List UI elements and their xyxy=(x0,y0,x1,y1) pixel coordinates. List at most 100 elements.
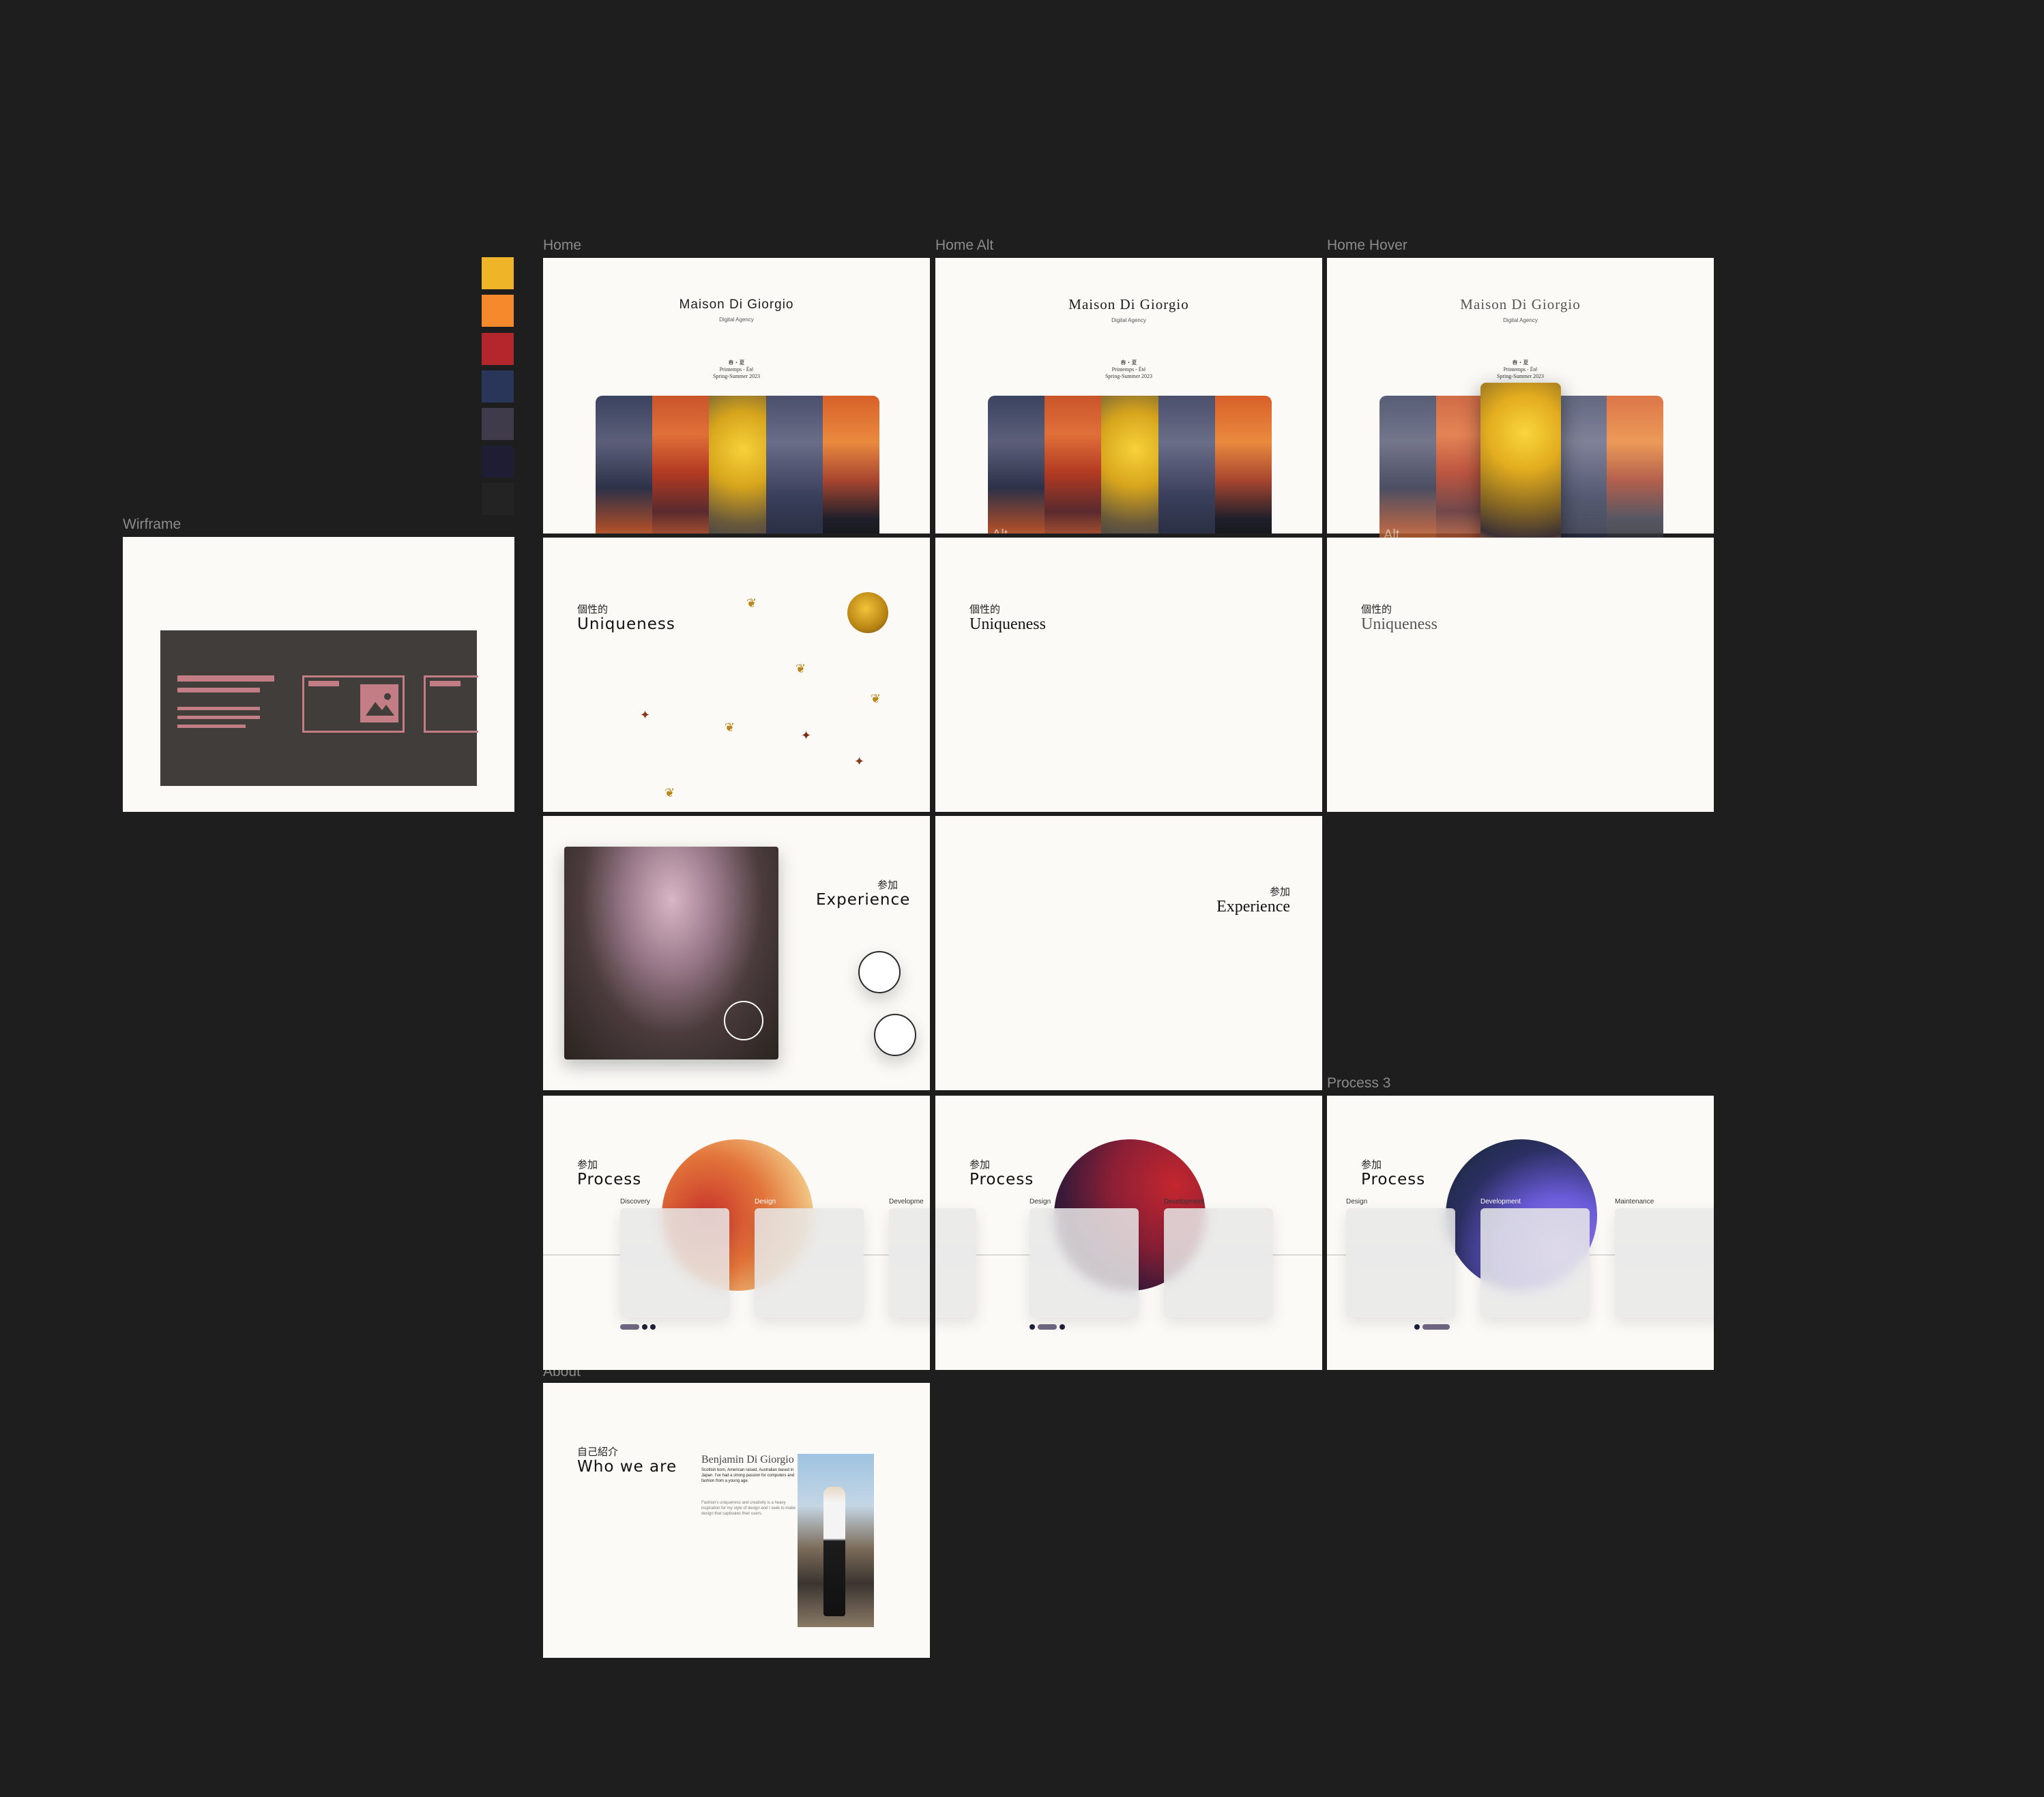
section-heading: 参加 Experience xyxy=(1208,886,1290,916)
hero-strip[interactable] xyxy=(1214,396,1272,534)
about-bio: Scottish born, American raised, Australi… xyxy=(701,1468,795,1483)
home-alt-frame[interactable]: Maison Di Giorgio Digital Agency 春・夏 Pri… xyxy=(935,258,1322,534)
section-title: Experience xyxy=(816,891,911,909)
about-bio-secondary: Fashion's uniqueness and creativity is a… xyxy=(701,1501,796,1516)
wireframe-text-line xyxy=(177,688,260,692)
carousel-dot[interactable] xyxy=(1060,1324,1065,1330)
process-card[interactable] xyxy=(1164,1208,1273,1317)
season-fr: Printemps - Été xyxy=(719,366,754,372)
section-kanji: 参加 xyxy=(969,1158,991,1171)
home-hover-frame[interactable]: Maison Di Giorgio Digital Agency 春・夏 Pri… xyxy=(1327,258,1714,551)
image-circle-badge[interactable] xyxy=(724,1001,763,1040)
hero-strip[interactable] xyxy=(1158,396,1215,534)
carousel-dot[interactable] xyxy=(1030,1324,1035,1330)
frame-label-home-alt[interactable]: Home Alt xyxy=(935,237,993,254)
hero-strip[interactable] xyxy=(988,396,1045,534)
leaf-icon: ✦ xyxy=(801,729,812,743)
section-kanji: 参加 xyxy=(877,879,898,891)
hero-gallery[interactable] xyxy=(596,396,879,534)
palette-swatch-midnight[interactable] xyxy=(482,445,514,478)
section-title: Process xyxy=(1361,1171,1426,1188)
palette-swatch-orange[interactable] xyxy=(482,295,514,327)
process-step-label: Discovery xyxy=(620,1198,650,1206)
cherry-blossom-image[interactable] xyxy=(564,847,778,1060)
leaf-icon: ❦ xyxy=(746,596,757,611)
leaf-icon: ✦ xyxy=(640,708,651,722)
wireframe-text-line xyxy=(177,725,246,728)
hero-strip[interactable] xyxy=(1101,396,1158,534)
hero-strip[interactable] xyxy=(1045,396,1102,534)
hovered-hero-strip[interactable] xyxy=(1480,383,1561,551)
process-card[interactable] xyxy=(889,1208,930,1317)
experience-circle-button[interactable] xyxy=(874,1014,916,1056)
brand-title: Maison Di Giorgio xyxy=(1068,296,1189,312)
frame-label-wireframe[interactable]: Wirframe xyxy=(123,516,181,533)
leaf-icon: ❦ xyxy=(871,692,881,706)
experience-frame[interactable]: 参加 Experience xyxy=(543,816,930,1090)
hero-strip[interactable] xyxy=(765,396,823,534)
hero-gallery[interactable]: Alt xyxy=(988,396,1272,534)
hero-strip[interactable] xyxy=(652,396,710,534)
process-step-label: Developme xyxy=(889,1198,924,1206)
hero-strip[interactable] xyxy=(822,396,879,534)
season-text: 春・夏 Printemps - Été Spring-Summer 2023 xyxy=(1327,360,1714,380)
section-title: Experience xyxy=(1216,898,1290,916)
section-heading: 参加 Process xyxy=(969,1158,1034,1188)
carousel-dot[interactable] xyxy=(1414,1324,1420,1330)
hero-strip[interactable] xyxy=(709,396,766,534)
palette-swatch-navy[interactable] xyxy=(482,370,514,403)
home-alt-uniqueness-frame[interactable]: 個性的 Uniqueness xyxy=(935,538,1322,812)
carousel-dot[interactable] xyxy=(650,1324,656,1330)
frame-label-process-3[interactable]: Process 3 xyxy=(1327,1075,1390,1092)
process-card[interactable] xyxy=(1346,1208,1455,1317)
about-frame[interactable]: 自己紹介 Who we are Benjamin Di Giorgio Scot… xyxy=(543,1383,930,1658)
about-name: Benjamin Di Giorgio xyxy=(701,1454,794,1465)
experience-circle-button[interactable] xyxy=(858,951,901,993)
brand-title: Maison Di Giorgio xyxy=(1460,296,1581,312)
carousel-active-pill[interactable] xyxy=(1422,1324,1450,1330)
palette-swatch-slate[interactable] xyxy=(482,408,514,440)
brand-subtitle: Digital Agency xyxy=(1111,317,1146,323)
carousel-indicator[interactable] xyxy=(1414,1324,1450,1330)
carousel-indicator[interactable] xyxy=(1030,1324,1065,1330)
process-card[interactable] xyxy=(755,1208,864,1317)
process-step-label: Design xyxy=(1030,1198,1051,1206)
carousel-active-pill[interactable] xyxy=(1038,1324,1057,1330)
leaf-icon: ❦ xyxy=(665,786,675,800)
process-frame-2[interactable]: 参加 Process Design Development xyxy=(935,1096,1322,1370)
section-kanji: 個性的 xyxy=(577,603,609,615)
section-title: Uniqueness xyxy=(577,615,675,633)
hero-strip[interactable] xyxy=(1606,396,1663,550)
carousel-indicator[interactable] xyxy=(620,1324,656,1330)
portrait-photo[interactable] xyxy=(798,1454,874,1627)
brand-block: Maison Di Giorgio Digital Agency xyxy=(543,297,930,323)
frame-label-home[interactable]: Home xyxy=(543,237,581,254)
wireframe-frame[interactable] xyxy=(123,537,514,812)
home-hover-uniqueness-frame[interactable]: 個性的 Uniqueness xyxy=(1327,538,1714,812)
process-frame-3[interactable]: 参加 Process Design Development Maintenanc… xyxy=(1327,1096,1714,1370)
process-frame-1[interactable]: 参加 Process Discovery Design Developme xyxy=(543,1096,930,1370)
process-card[interactable] xyxy=(620,1208,729,1317)
process-card[interactable] xyxy=(1615,1208,1714,1317)
section-kanji: 参加 xyxy=(577,1158,598,1171)
golden-tree-thumbnail[interactable] xyxy=(847,592,888,633)
process-card[interactable] xyxy=(1030,1208,1139,1317)
carousel-active-pill[interactable] xyxy=(620,1324,639,1330)
wireframe-text-line xyxy=(177,675,274,682)
palette-swatch-yellow[interactable] xyxy=(482,257,514,289)
carousel-dot[interactable] xyxy=(642,1324,647,1330)
wireframe-text-line xyxy=(308,681,339,686)
frame-label-home-hover[interactable]: Home Hover xyxy=(1327,237,1407,254)
process-card[interactable] xyxy=(1480,1208,1590,1317)
home-frame[interactable]: Maison Di Giorgio Digital Agency 春・夏 Pri… xyxy=(543,258,930,534)
brand-title: Maison Di Giorgio xyxy=(679,297,794,312)
hero-strip[interactable] xyxy=(596,396,653,534)
home-uniqueness-frame[interactable]: 個性的 Uniqueness ❦ ❦ ❦ ✦ ❦ ✦ ✦ ❦ xyxy=(543,538,930,812)
process-card[interactable] xyxy=(935,1208,976,1317)
palette-swatch-red[interactable] xyxy=(482,333,514,365)
wireframe-media-block xyxy=(424,675,478,733)
section-kanji: 参加 xyxy=(1361,1158,1382,1171)
palette-swatch-charcoal[interactable] xyxy=(482,483,514,515)
wireframe-text-line xyxy=(177,716,260,719)
experience-alt-frame[interactable]: 参加 Experience xyxy=(935,816,1322,1090)
